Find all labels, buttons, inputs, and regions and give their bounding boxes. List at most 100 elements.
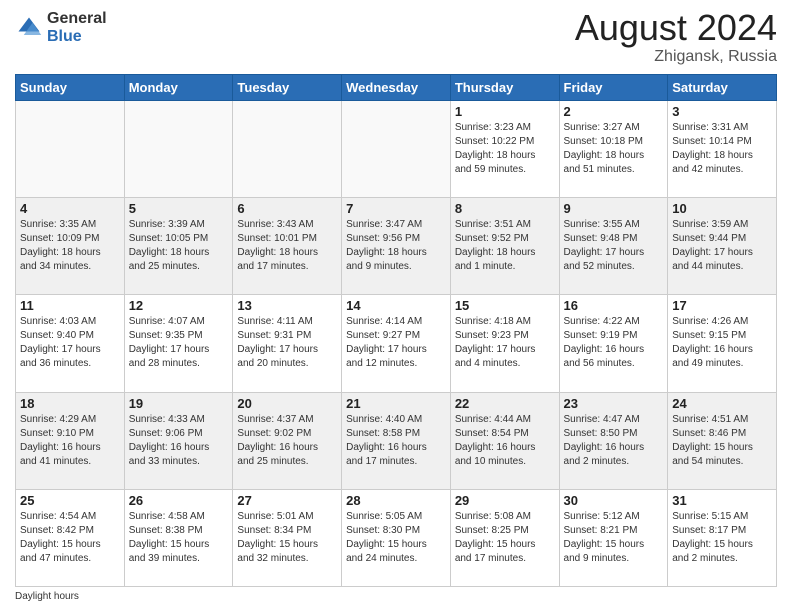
daylight-text: Daylight: 18 hours and 25 minutes.: [129, 247, 210, 272]
sunrise-text: Sunrise: 4:51 AM: [672, 414, 748, 425]
daylight-text: Daylight: 17 hours and 44 minutes.: [672, 247, 753, 272]
daylight-text: Daylight: 16 hours and 56 minutes.: [564, 344, 645, 369]
sunset-text: Sunset: 8:38 PM: [129, 525, 203, 536]
sunrise-text: Sunrise: 4:22 AM: [564, 316, 640, 327]
table-row: 23 Sunrise: 4:47 AM Sunset: 8:50 PM Dayl…: [559, 392, 668, 489]
sunrise-text: Sunrise: 5:08 AM: [455, 511, 531, 522]
day-info: Sunrise: 3:23 AM Sunset: 10:22 PM Daylig…: [455, 121, 555, 177]
calendar-week-row: 11 Sunrise: 4:03 AM Sunset: 9:40 PM Dayl…: [16, 295, 777, 392]
table-row: 10 Sunrise: 3:59 AM Sunset: 9:44 PM Dayl…: [668, 198, 777, 295]
day-number: 1: [455, 104, 555, 119]
table-row: 7 Sunrise: 3:47 AM Sunset: 9:56 PM Dayli…: [342, 198, 451, 295]
sunset-text: Sunset: 8:46 PM: [672, 428, 746, 439]
sunset-text: Sunset: 9:52 PM: [455, 233, 529, 244]
table-row: 18 Sunrise: 4:29 AM Sunset: 9:10 PM Dayl…: [16, 392, 125, 489]
sunset-text: Sunset: 8:58 PM: [346, 428, 420, 439]
table-row: 24 Sunrise: 4:51 AM Sunset: 8:46 PM Dayl…: [668, 392, 777, 489]
sunset-text: Sunset: 9:44 PM: [672, 233, 746, 244]
day-number: 13: [237, 298, 337, 313]
sunset-text: Sunset: 8:25 PM: [455, 525, 529, 536]
sunrise-text: Sunrise: 3:23 AM: [455, 122, 531, 133]
sunrise-text: Sunrise: 4:33 AM: [129, 414, 205, 425]
day-info: Sunrise: 4:26 AM Sunset: 9:15 PM Dayligh…: [672, 315, 772, 371]
col-sunday: Sunday: [16, 75, 125, 101]
daylight-text: Daylight: 16 hours and 2 minutes.: [564, 442, 645, 467]
logo-icon: [15, 14, 43, 42]
day-number: 17: [672, 298, 772, 313]
footer: Daylight hours: [15, 591, 777, 602]
table-row: 2 Sunrise: 3:27 AM Sunset: 10:18 PM Dayl…: [559, 101, 668, 198]
day-number: 18: [20, 396, 120, 411]
sunrise-text: Sunrise: 4:26 AM: [672, 316, 748, 327]
calendar-table: Sunday Monday Tuesday Wednesday Thursday…: [15, 74, 777, 587]
sunset-text: Sunset: 10:14 PM: [672, 136, 752, 147]
table-row: 9 Sunrise: 3:55 AM Sunset: 9:48 PM Dayli…: [559, 198, 668, 295]
sunrise-text: Sunrise: 4:40 AM: [346, 414, 422, 425]
table-row: [342, 101, 451, 198]
daylight-text: Daylight: 16 hours and 10 minutes.: [455, 442, 536, 467]
page: General Blue August 2024 Zhigansk, Russi…: [0, 0, 792, 612]
sunrise-text: Sunrise: 3:51 AM: [455, 219, 531, 230]
day-number: 21: [346, 396, 446, 411]
table-row: 17 Sunrise: 4:26 AM Sunset: 9:15 PM Dayl…: [668, 295, 777, 392]
day-number: 26: [129, 493, 229, 508]
day-number: 14: [346, 298, 446, 313]
table-row: 22 Sunrise: 4:44 AM Sunset: 8:54 PM Dayl…: [450, 392, 559, 489]
day-info: Sunrise: 3:39 AM Sunset: 10:05 PM Daylig…: [129, 218, 229, 274]
sunset-text: Sunset: 10:22 PM: [455, 136, 535, 147]
table-row: [124, 101, 233, 198]
calendar-week-row: 1 Sunrise: 3:23 AM Sunset: 10:22 PM Dayl…: [16, 101, 777, 198]
day-info: Sunrise: 3:51 AM Sunset: 9:52 PM Dayligh…: [455, 218, 555, 274]
day-info: Sunrise: 5:12 AM Sunset: 8:21 PM Dayligh…: [564, 510, 664, 566]
day-number: 16: [564, 298, 664, 313]
table-row: 14 Sunrise: 4:14 AM Sunset: 9:27 PM Dayl…: [342, 295, 451, 392]
day-info: Sunrise: 4:54 AM Sunset: 8:42 PM Dayligh…: [20, 510, 120, 566]
sunrise-text: Sunrise: 4:18 AM: [455, 316, 531, 327]
daylight-text: Daylight: 15 hours and 24 minutes.: [346, 539, 427, 564]
day-info: Sunrise: 3:59 AM Sunset: 9:44 PM Dayligh…: [672, 218, 772, 274]
sunrise-text: Sunrise: 3:55 AM: [564, 219, 640, 230]
sunset-text: Sunset: 10:01 PM: [237, 233, 317, 244]
table-row: [16, 101, 125, 198]
sunset-text: Sunset: 10:05 PM: [129, 233, 209, 244]
table-row: 6 Sunrise: 3:43 AM Sunset: 10:01 PM Dayl…: [233, 198, 342, 295]
daylight-text: Daylight: 17 hours and 52 minutes.: [564, 247, 645, 272]
sunset-text: Sunset: 9:19 PM: [564, 330, 638, 341]
location-subtitle: Zhigansk, Russia: [575, 48, 777, 66]
sunrise-text: Sunrise: 4:54 AM: [20, 511, 96, 522]
sunrise-text: Sunrise: 5:01 AM: [237, 511, 313, 522]
sunset-text: Sunset: 8:17 PM: [672, 525, 746, 536]
sunset-text: Sunset: 9:10 PM: [20, 428, 94, 439]
table-row: 11 Sunrise: 4:03 AM Sunset: 9:40 PM Dayl…: [16, 295, 125, 392]
day-number: 9: [564, 201, 664, 216]
sunrise-text: Sunrise: 4:14 AM: [346, 316, 422, 327]
daylight-text: Daylight: 17 hours and 12 minutes.: [346, 344, 427, 369]
sunrise-text: Sunrise: 3:31 AM: [672, 122, 748, 133]
day-number: 7: [346, 201, 446, 216]
sunset-text: Sunset: 8:21 PM: [564, 525, 638, 536]
sunset-text: Sunset: 8:50 PM: [564, 428, 638, 439]
sunrise-text: Sunrise: 3:39 AM: [129, 219, 205, 230]
table-row: 28 Sunrise: 5:05 AM Sunset: 8:30 PM Dayl…: [342, 489, 451, 586]
day-number: 25: [20, 493, 120, 508]
daylight-text: Daylight: 16 hours and 41 minutes.: [20, 442, 101, 467]
daylight-text: Daylight: 16 hours and 49 minutes.: [672, 344, 753, 369]
sunrise-text: Sunrise: 3:43 AM: [237, 219, 313, 230]
day-info: Sunrise: 3:43 AM Sunset: 10:01 PM Daylig…: [237, 218, 337, 274]
day-info: Sunrise: 4:44 AM Sunset: 8:54 PM Dayligh…: [455, 413, 555, 469]
daylight-text: Daylight: 17 hours and 28 minutes.: [129, 344, 210, 369]
logo-general-text: General: [47, 10, 107, 27]
daylight-text: Daylight: 18 hours and 1 minute.: [455, 247, 536, 272]
sunset-text: Sunset: 9:02 PM: [237, 428, 311, 439]
day-number: 15: [455, 298, 555, 313]
table-row: 16 Sunrise: 4:22 AM Sunset: 9:19 PM Dayl…: [559, 295, 668, 392]
day-info: Sunrise: 4:47 AM Sunset: 8:50 PM Dayligh…: [564, 413, 664, 469]
daylight-text: Daylight: 17 hours and 36 minutes.: [20, 344, 101, 369]
table-row: 21 Sunrise: 4:40 AM Sunset: 8:58 PM Dayl…: [342, 392, 451, 489]
footer-note: Daylight hours: [15, 591, 79, 602]
daylight-text: Daylight: 15 hours and 2 minutes.: [672, 539, 753, 564]
table-row: 31 Sunrise: 5:15 AM Sunset: 8:17 PM Dayl…: [668, 489, 777, 586]
day-info: Sunrise: 3:55 AM Sunset: 9:48 PM Dayligh…: [564, 218, 664, 274]
day-info: Sunrise: 4:29 AM Sunset: 9:10 PM Dayligh…: [20, 413, 120, 469]
daylight-text: Daylight: 15 hours and 39 minutes.: [129, 539, 210, 564]
